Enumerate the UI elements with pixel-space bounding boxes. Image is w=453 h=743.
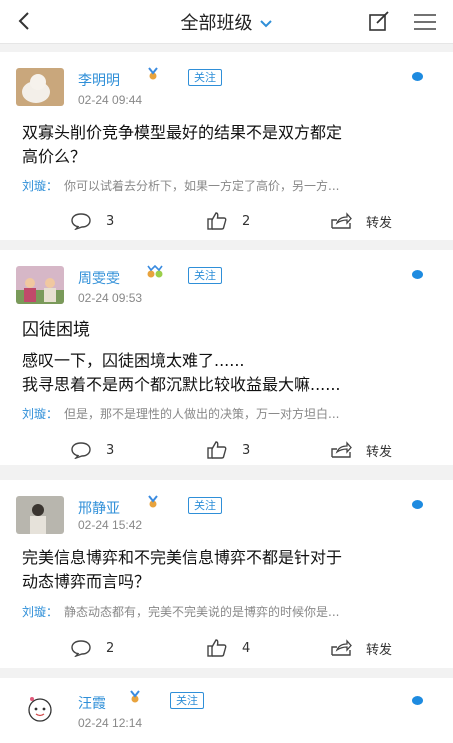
share-icon: [331, 441, 352, 458]
like-button[interactable]: 2: [206, 209, 250, 233]
page-title: 全部班级: [180, 13, 253, 34]
post-actions: 3 3 转发: [0, 438, 453, 462]
post-actions: 3 2 转发: [0, 209, 453, 233]
avatar[interactable]: [16, 266, 64, 304]
unread-dot: [412, 72, 423, 81]
like-count: 2: [242, 213, 251, 229]
comment-icon: [71, 640, 91, 657]
reply-author: 刘璇：: [22, 179, 59, 193]
comment-count: 3: [106, 442, 115, 458]
comment-count: 2: [106, 640, 115, 656]
forward-label: 转发: [366, 642, 393, 658]
post-time: 02-24 09:53: [78, 291, 143, 305]
comment-button[interactable]: 3: [70, 209, 114, 233]
like-button[interactable]: 4: [206, 636, 250, 660]
reply-text: 你可以试着去分析下，如果一方定了高价，另一方...: [64, 179, 340, 193]
medal-badge-icon: [130, 690, 140, 703]
chevron-down-icon: [259, 20, 272, 28]
post-time: 02-24 12:14: [78, 716, 143, 730]
medal-badge-icon: [148, 495, 158, 508]
comment-button[interactable]: 2: [70, 636, 114, 660]
thumbs-up-icon: [207, 639, 227, 657]
author-name[interactable]: 李明明: [78, 70, 120, 90]
post-actions: 2 4 转发: [0, 636, 453, 660]
share-icon: [331, 639, 352, 656]
reply-author: 刘璇：: [22, 605, 59, 619]
forward-label: 转发: [366, 215, 393, 231]
question-line: 感叹一下，囚徒困境太难了......: [22, 351, 245, 370]
reply-text: 静态动态都有，完美不完美说的是博弈的时候你是...: [64, 605, 340, 619]
forward-button[interactable]: 转发: [330, 209, 392, 233]
share-icon: [331, 212, 352, 229]
like-count: 4: [242, 640, 251, 656]
post-time: 02-24 15:42: [78, 518, 143, 532]
follow-button[interactable]: 关注: [188, 497, 222, 514]
post-card[interactable]: 李明明 关注 02-24 09:44 双寡头削价竞争模型最好的结果不是双方都定 …: [0, 52, 453, 240]
author-name[interactable]: 邢静亚: [78, 498, 120, 518]
comment-count: 3: [106, 213, 115, 229]
follow-button[interactable]: 关注: [170, 692, 204, 709]
reply-preview[interactable]: 刘璇： 你可以试着去分析下，如果一方定了高价，另一方...: [22, 177, 423, 194]
post-card[interactable]: 汪霞 关注 02-24 12:14: [0, 678, 453, 743]
reply-text: 但是，那不是理性的人做出的决策，万一对方坦白...: [64, 407, 340, 421]
author-name[interactable]: 周雯雯: [78, 268, 120, 288]
post-card[interactable]: 周雯雯 关注 02-24 09:53 囚徒困境 感叹一下，囚徒困境太难了....…: [0, 250, 453, 465]
reply-preview[interactable]: 刘璇： 但是，那不是理性的人做出的决策，万一对方坦白...: [22, 405, 423, 422]
question-line: 高价么？: [22, 147, 87, 166]
question-line: 双寡头削价竞争模型最好的结果不是双方都定: [22, 123, 343, 142]
thumbs-up-icon: [207, 212, 227, 230]
question-line: 动态博弈而言吗？: [22, 572, 151, 591]
comment-icon: [71, 442, 91, 459]
follow-button[interactable]: 关注: [188, 267, 222, 284]
reply-preview[interactable]: 刘璇： 静态动态都有，完美不完美说的是博弈的时候你是...: [22, 603, 423, 620]
reply-author: 刘璇：: [22, 407, 59, 421]
medal-badge-icon: [148, 67, 158, 80]
menu-icon[interactable]: [413, 12, 437, 32]
post-card[interactable]: 邢静亚 关注 02-24 15:42 完美信息博弈和不完美信息博弈不都是针对于 …: [0, 480, 453, 668]
thumbs-up-icon: [207, 441, 227, 459]
top-bar: 全部班级: [0, 0, 453, 44]
like-button[interactable]: 3: [206, 438, 250, 462]
comment-button[interactable]: 3: [70, 438, 114, 462]
like-count: 3: [242, 442, 251, 458]
question-line: 我寻思着不是两个都沉默比较收益最大嘛......: [22, 375, 341, 394]
forward-button[interactable]: 转发: [330, 636, 392, 660]
unread-dot: [412, 500, 423, 509]
edit-icon[interactable]: [368, 10, 390, 32]
avatar[interactable]: [16, 68, 64, 106]
post-question[interactable]: 感叹一下，囚徒困境太难了...... 我寻思着不是两个都沉默比较收益最大嘛...…: [22, 349, 433, 397]
forward-button[interactable]: 转发: [330, 438, 392, 462]
post-question[interactable]: 双寡头削价竞争模型最好的结果不是双方都定 高价么？: [22, 121, 433, 169]
author-name[interactable]: 汪霞: [78, 693, 106, 713]
forward-label: 转发: [366, 444, 393, 460]
comment-icon: [71, 213, 91, 230]
avatar[interactable]: [16, 690, 64, 728]
follow-button[interactable]: 关注: [188, 69, 222, 86]
post-question[interactable]: 完美信息博弈和不完美信息博弈不都是针对于 动态博弈而言吗？: [22, 546, 433, 594]
unread-dot: [412, 696, 423, 705]
medal-badge-icon: [147, 265, 163, 278]
avatar[interactable]: [16, 496, 64, 534]
question-line: 完美信息博弈和不完美信息博弈不都是针对于: [22, 548, 343, 567]
post-time: 02-24 09:44: [78, 93, 143, 107]
unread-dot: [412, 270, 423, 279]
post-title[interactable]: 囚徒困境: [22, 318, 433, 342]
